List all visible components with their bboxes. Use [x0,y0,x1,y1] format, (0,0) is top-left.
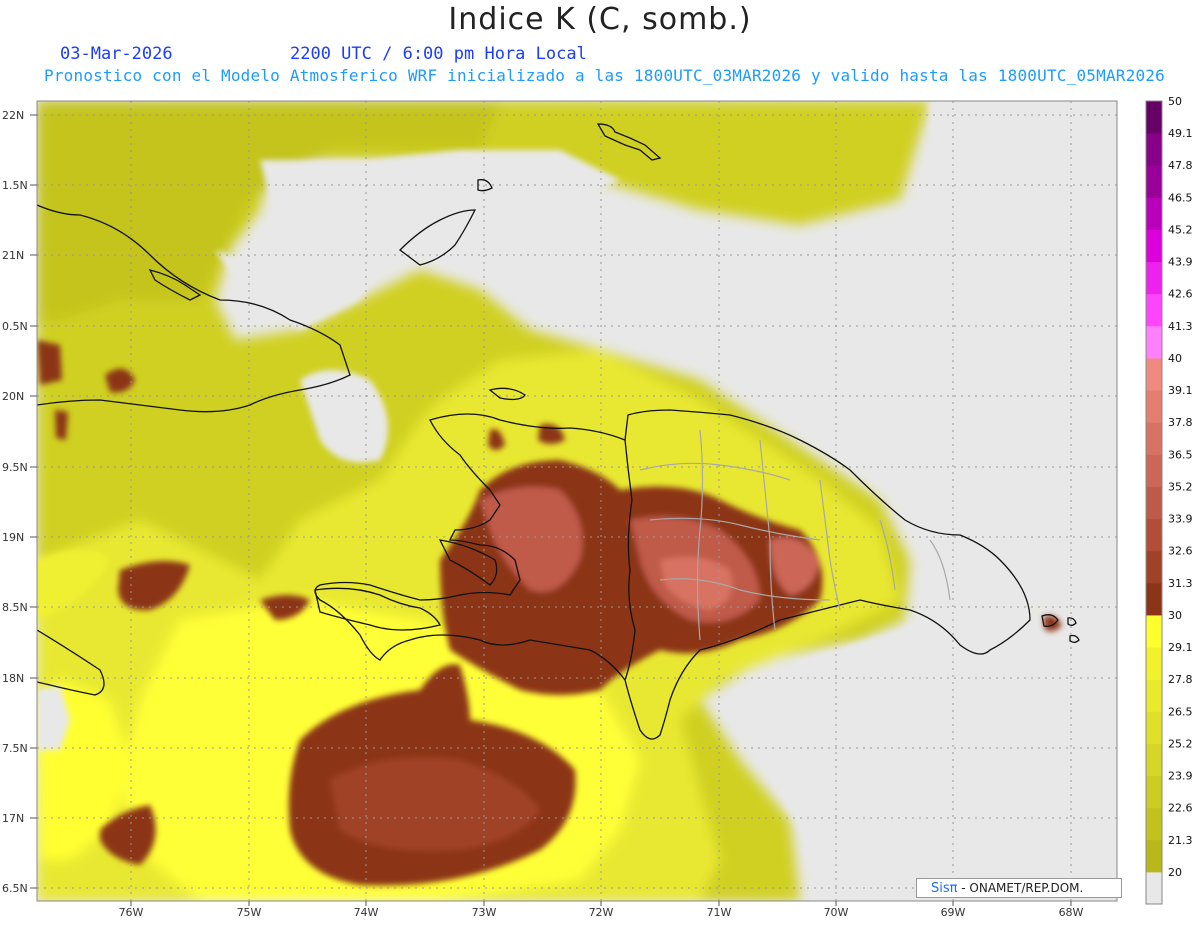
lat-label: 20N [2,390,24,403]
colorbar-label: 47.8 [1168,159,1193,172]
colorbar-bin [1146,679,1162,712]
colorbar-bin [1146,711,1162,744]
colorbar-bin [1146,357,1162,391]
colorbar-label: 40 [1168,352,1182,365]
lat-label: 1.5N [2,179,28,192]
colorbar-bin [1146,197,1162,230]
colorbar-label: 21.3 [1168,834,1193,847]
lat-label: 7.5N [2,742,28,755]
lon-label: 71W [707,906,732,919]
lon-label: 70W [824,906,849,919]
colorbar-label: 42.6 [1168,288,1193,301]
colorbar-label: 22.6 [1168,802,1193,815]
lon-label: 69W [941,906,966,919]
colorbar-bin [1146,582,1162,616]
colorbar-bin [1146,775,1162,809]
sispi-logo: Sisπ [931,881,958,896]
lat-label: 17N [2,812,24,825]
lat-label: 19N [2,531,24,544]
colorbar-label: 31.3 [1168,577,1193,590]
colorbar-label: 50 [1168,95,1182,108]
colorbar-label: 45.2 [1168,223,1193,236]
weather-map: 22N 1.5N 21N 0.5N 20N 9.5N 19N 8.5N 18N … [2,95,1193,919]
colorbar-bin [1146,101,1162,134]
colorbar-bin [1146,293,1162,327]
colorbar-label: 26.5 [1168,705,1193,718]
colorbar-bin [1146,614,1162,648]
latitude-axis: 22N 1.5N 21N 0.5N 20N 9.5N 19N 8.5N 18N … [2,109,28,895]
lat-label: 8.5N [2,601,28,614]
colorbar-bin [1146,550,1162,584]
colorbar-label: 33.9 [1168,513,1193,526]
colorbar-label: 46.5 [1168,191,1193,204]
lat-label: 9.5N [2,461,28,474]
colorbar-label: 32.6 [1168,545,1193,558]
colorbar-bin [1146,871,1162,904]
colorbar-bin [1146,454,1162,487]
colorbar-label: 20 [1168,866,1182,879]
lat-label: 0.5N [2,320,28,333]
colorbar-bin [1146,807,1162,841]
colorbar-label: 29.1 [1168,641,1193,654]
colorbar-bin [1146,229,1162,263]
colorbar-label: 30 [1168,609,1182,622]
lon-label: 76W [119,906,144,919]
longitude-ticks [130,901,1072,906]
colorbar-bin [1146,422,1162,455]
colorbar-bin [1146,325,1162,359]
colorbar-label: 39.1 [1168,384,1193,397]
lon-label: 73W [472,906,497,919]
lon-label: 74W [354,906,379,919]
lon-label: 68W [1059,906,1084,919]
credit-text: - ONAMET/REP.DOM. [957,881,1084,895]
colorbar-bin [1146,133,1162,166]
colorbar-bin [1146,390,1162,423]
lon-label: 72W [589,906,614,919]
colorbar-label: 35.2 [1168,480,1193,493]
colorbar-bin [1146,743,1162,777]
colorbar-label: 36.5 [1168,448,1193,461]
colorbar-bin [1146,647,1162,680]
lat-label: 21N [2,249,24,262]
colorbar-bin [1146,839,1162,873]
credit-box: Sisπ - ONAMET/REP.DOM. [916,878,1122,898]
colorbar-bin [1146,261,1162,295]
lat-label: 6.5N [2,882,28,895]
latitude-ticks [30,114,37,889]
colorbar: 20 21.3 22.6 23.9 25.2 26.5 27.8 29.1 30 31.3 32.6… [1145,95,1193,905]
colorbar-label: 27.8 [1168,673,1193,686]
lon-label: 75W [237,906,262,919]
colorbar-bin [1146,486,1162,520]
colorbar-label: 49.1 [1168,127,1193,140]
colorbar-label: 25.2 [1168,737,1193,750]
colorbar-label: 23.9 [1168,770,1193,783]
colorbar-label: 37.8 [1168,416,1193,429]
colorbar-bin [1146,518,1162,552]
colorbar-bin [1146,165,1162,198]
colorbar-label: 43.9 [1168,256,1193,269]
longitude-axis: 76W 75W 74W 73W 72W 71W 70W 69W 68W [119,906,1084,919]
lat-label: 22N [2,109,24,122]
colorbar-label: 41.3 [1168,320,1193,333]
lat-label: 18N [2,672,24,685]
